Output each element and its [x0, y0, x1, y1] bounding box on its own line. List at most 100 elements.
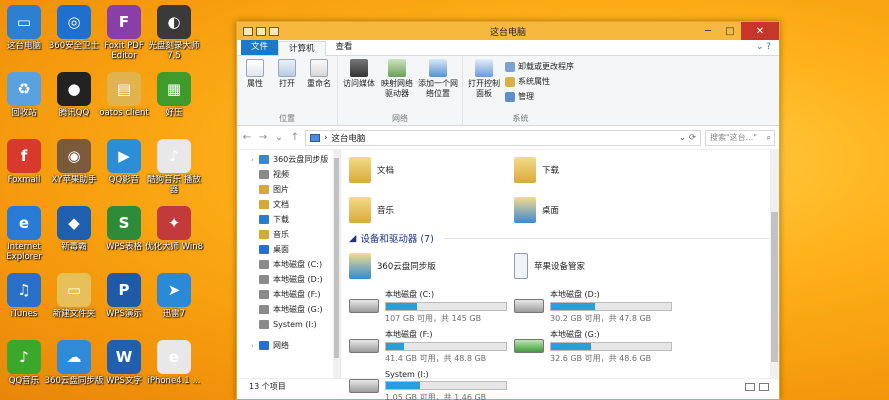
- nav-item[interactable]: 本地磁盘 (D:): [237, 272, 340, 287]
- content-scrollbar[interactable]: [770, 150, 779, 378]
- devices-section-header[interactable]: ◢ 设备和驱动器 (7): [349, 230, 779, 246]
- drive-item[interactable]: 本地磁盘 (D:) 30.2 GB 可用，共 47.8 GB: [514, 286, 679, 326]
- nav-item[interactable]: System (I:): [237, 317, 340, 332]
- drive-row: 本地磁盘 (F:) 41.4 GB 可用，共 48.8 GB 本地磁盘 (G:) 32…: [349, 326, 779, 366]
- system-properties-icon: [505, 76, 515, 87]
- drive-item[interactable]: System (I:) 1.05 GB 可用，共 1.46 GB: [349, 366, 514, 400]
- desktop-icon-label: iPhone4.1 ...: [147, 376, 201, 386]
- minimize-button[interactable]: ─: [697, 22, 719, 40]
- add-network-location-button[interactable]: 添加一个网络位置: [418, 59, 458, 113]
- hard-drive-icon: [349, 299, 379, 313]
- customize-quick-icon[interactable]: [269, 26, 279, 36]
- explorer-body: › 360云盘同步版 视频 图片 文档 下载 音乐 桌面 本地磁盘 (C:) 本地磁盘 (D:) 本…: [237, 150, 779, 400]
- expand-icon[interactable]: ›: [251, 156, 254, 164]
- nav-item-label: 音乐: [273, 230, 289, 239]
- drive-item[interactable]: 本地磁盘 (C:) 107 GB 可用，共 145 GB: [349, 286, 514, 326]
- nav-list: › 360云盘同步版 视频 图片 文档 下载 音乐 桌面 本地磁盘 (C:) 本地磁盘 (D:) 本…: [237, 152, 340, 353]
- uninstall-program-button[interactable]: 卸载或更改程序: [505, 61, 574, 72]
- nav-item[interactable]: 本地磁盘 (F:): [237, 287, 340, 302]
- manage-button[interactable]: 管理: [505, 91, 574, 102]
- search-placeholder: 搜索"这台...": [710, 133, 757, 142]
- drive-usage-bar: [385, 301, 507, 311]
- desktop-icon[interactable]: ✦ 优化大师 Win8: [143, 206, 205, 252]
- device-item-cloud[interactable]: 360云盘同步版: [349, 253, 514, 279]
- folder-item-music[interactable]: 音乐: [349, 197, 514, 223]
- help-icon[interactable]: ⌄ ?: [748, 40, 779, 55]
- phone-icon: [514, 253, 528, 279]
- desktop-icon[interactable]: ♪ 酷狗音乐 播放器: [143, 139, 205, 195]
- desktop-icon[interactable]: ◐ 光盘刻录大师 7.5: [143, 5, 205, 61]
- folder-row: 音乐 桌面: [349, 190, 779, 230]
- rename-button[interactable]: 重命名: [305, 59, 333, 113]
- folder-item-desktop[interactable]: 桌面: [514, 197, 679, 223]
- search-icon[interactable]: ⌕: [767, 133, 774, 143]
- properties-button[interactable]: 属性: [241, 59, 269, 113]
- app-icon: ☁: [57, 340, 91, 374]
- nav-item[interactable]: 音乐: [237, 227, 340, 242]
- nav-item-icon: [259, 341, 269, 350]
- drive-usage-bar: [550, 341, 672, 351]
- nav-item[interactable]: 视频: [237, 167, 340, 182]
- nav-item[interactable]: 桌面: [237, 242, 340, 257]
- folder-item-downloads[interactable]: 下载: [514, 157, 679, 183]
- drive-usage-bar: [550, 301, 672, 311]
- nav-item[interactable]: 本地磁盘 (G:): [237, 302, 340, 317]
- hard-drive-icon: [349, 339, 379, 353]
- content-scrollbar-thumb[interactable]: [771, 212, 778, 362]
- drive-info: System (I:) 1.05 GB 可用，共 1.46 GB: [385, 370, 507, 400]
- drive-info: 本地磁盘 (C:) 107 GB 可用，共 145 GB: [385, 289, 507, 324]
- nav-item-icon: [259, 320, 269, 329]
- drive-item[interactable]: 本地磁盘 (G:) 32.6 GB 可用，共 48.6 GB: [514, 326, 679, 366]
- explorer-window: 这台电脑 ─ □ ✕ 文件 计算机 查看 ⌄ ? 属性 打开 重命名 位置 访问…: [236, 21, 780, 400]
- nav-item[interactable]: 图片: [237, 182, 340, 197]
- nav-item-label: 桌面: [273, 245, 289, 254]
- open-button[interactable]: 打开: [273, 59, 301, 113]
- forward-button[interactable]: →: [257, 132, 269, 143]
- close-button[interactable]: ✕: [741, 22, 779, 40]
- desktop-icon[interactable]: ➤ 迅雷7: [143, 273, 205, 319]
- system-properties-button[interactable]: 系统属性: [505, 76, 574, 87]
- nav-item[interactable]: 下载: [237, 212, 340, 227]
- app-icon: ●: [57, 72, 91, 106]
- open-control-panel-button[interactable]: 打开控制面板: [467, 59, 501, 113]
- chevron-down-icon[interactable]: ⌄ ⟳: [679, 133, 700, 143]
- properties-quick-icon[interactable]: [243, 26, 253, 36]
- desktop-icon[interactable]: ▦ 好压: [143, 72, 205, 118]
- nav-item-label: 视频: [273, 170, 289, 179]
- tab-file[interactable]: 文件: [241, 40, 279, 55]
- folder-item-documents[interactable]: 文档: [349, 157, 514, 183]
- recent-locations-icon[interactable]: ⌄: [273, 132, 285, 143]
- device-item-apple-manager[interactable]: 苹果设备管家: [514, 253, 679, 279]
- nav-item[interactable]: › 360云盘同步版: [237, 152, 340, 167]
- back-button[interactable]: ←: [241, 132, 253, 143]
- nav-scrollbar[interactable]: [333, 150, 340, 378]
- quick-access-toolbar: [237, 26, 279, 36]
- app-icon: ▭: [57, 273, 91, 307]
- maximize-button[interactable]: □: [719, 22, 741, 40]
- drive-label: 本地磁盘 (G:): [550, 329, 600, 339]
- nav-item[interactable]: 本地磁盘 (C:): [237, 257, 340, 272]
- search-input[interactable]: 搜索"这台..." ⌕: [705, 129, 775, 146]
- tab-computer[interactable]: 计算机: [278, 41, 326, 56]
- nav-item-icon: [259, 155, 269, 164]
- app-icon: ▤: [107, 72, 141, 106]
- open-icon: [278, 59, 296, 77]
- collapse-icon[interactable]: ◢: [349, 233, 356, 244]
- address-field[interactable]: › 这台电脑 ⌄ ⟳: [305, 129, 701, 146]
- desktop-icon[interactable]: e iPhone4.1 ...: [143, 340, 205, 386]
- nav-item[interactable]: 文档: [237, 197, 340, 212]
- up-button[interactable]: ↑: [289, 132, 301, 143]
- expand-icon[interactable]: ›: [251, 342, 254, 350]
- nav-item[interactable]: › 网络: [237, 338, 340, 353]
- nav-scrollbar-thumb[interactable]: [334, 158, 339, 358]
- title-bar[interactable]: 这台电脑 ─ □ ✕: [237, 22, 779, 40]
- hard-drive-icon: [349, 379, 379, 393]
- drive-item[interactable]: 本地磁盘 (F:) 41.4 GB 可用，共 48.8 GB: [349, 326, 514, 366]
- drive-free-space: 32.6 GB 可用，共 48.6 GB: [550, 353, 652, 363]
- map-network-drive-button[interactable]: 映射网络驱动器: [380, 59, 414, 113]
- tab-view[interactable]: 查看: [326, 40, 363, 55]
- access-media-button[interactable]: 访问媒体: [342, 59, 376, 113]
- app-icon: F: [107, 5, 141, 39]
- network-location-icon: [429, 59, 447, 77]
- new-folder-quick-icon[interactable]: [256, 26, 266, 36]
